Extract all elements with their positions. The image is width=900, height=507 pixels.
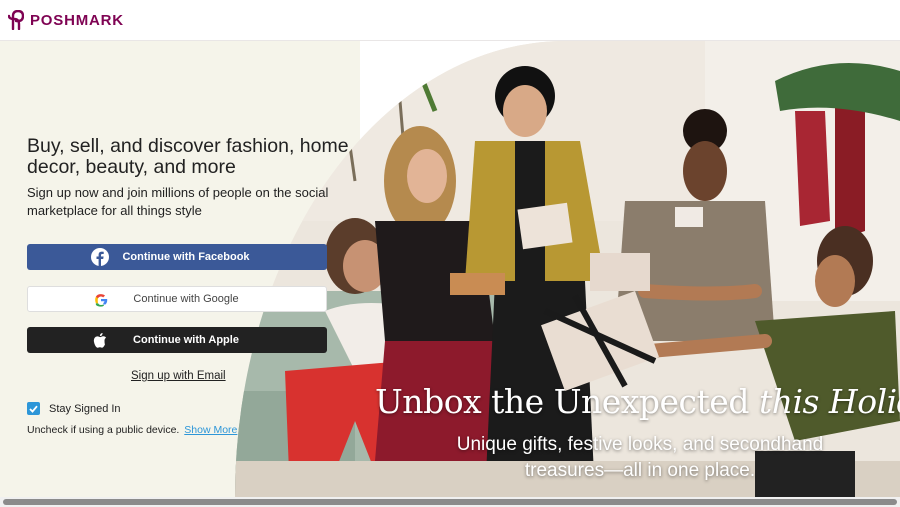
stay-signed-in-label: Stay Signed In [49, 402, 121, 415]
public-device-hint: Uncheck if using a public device. Show M… [27, 424, 237, 436]
continue-with-facebook-button[interactable]: Continue with Facebook [27, 244, 327, 270]
promo-subtitle: Unique gifts, festive looks, and secondh… [456, 434, 824, 481]
promo-title-main: Unbox the Unexpected [375, 382, 759, 421]
facebook-icon [91, 248, 109, 266]
promo-title: Unbox the Unexpected this Holida [375, 382, 900, 421]
promo-title-italic: this Holida [758, 382, 900, 421]
show-more-link[interactable]: Show More [184, 424, 237, 436]
scrollbar-thumb[interactable] [3, 499, 897, 505]
public-device-hint-text: Uncheck if using a public device. [27, 424, 180, 436]
signup-subtext: Sign up now and join millions of people … [27, 185, 329, 218]
facebook-button-label: Continue with Facebook [122, 251, 250, 263]
sign-up-with-email-link[interactable]: Sign up with Email [131, 370, 226, 382]
stay-signed-in: Stay Signed In [27, 402, 121, 415]
signup-headline: Buy, sell, and discover fashion, home de… [27, 135, 349, 178]
checkmark-icon [29, 405, 38, 413]
continue-with-apple-button[interactable]: Continue with Apple [27, 327, 327, 353]
google-button-label: Continue with Google [133, 293, 239, 305]
google-icon [92, 291, 110, 309]
apple-icon [91, 331, 109, 349]
horizontal-scrollbar[interactable] [0, 497, 900, 507]
stay-signed-in-checkbox[interactable] [27, 402, 40, 415]
continue-with-google-button[interactable]: Continue with Google [27, 286, 327, 312]
apple-button-label: Continue with Apple [133, 334, 239, 346]
